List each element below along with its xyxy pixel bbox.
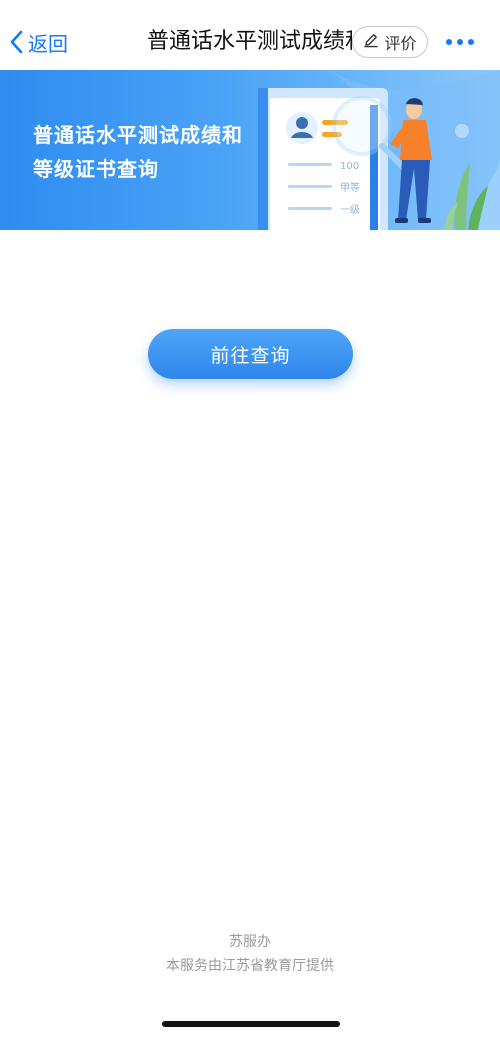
banner: 100 甲等 一级 普通话水平测试成绩和等级证书查询 — [0, 70, 500, 230]
banner-title: 普通话水平测试成绩和等级证书查询 — [33, 123, 243, 181]
more-dot — [468, 39, 474, 45]
card-grade: 甲等 — [340, 181, 360, 194]
home-indicator[interactable] — [162, 1021, 340, 1027]
footer: 苏服办 本服务由江苏省教育厅提供 — [0, 930, 500, 978]
page-title-container: 普通话水平测试成绩和等级证书查询 — [147, 24, 352, 60]
more-dot — [457, 39, 463, 45]
card-score: 100 — [340, 161, 359, 172]
card-level: 一级 — [340, 204, 360, 216]
back-label: 返回 — [28, 31, 68, 56]
back-button[interactable]: 返回 — [10, 26, 68, 58]
rate-button[interactable]: 评价 — [352, 26, 428, 58]
more-options-button[interactable] — [440, 28, 480, 56]
rate-label: 评价 — [384, 34, 417, 53]
page-title: 普通话水平测试成绩和等级证书查询 — [147, 29, 352, 54]
go-to-query-button[interactable]: 前往查询 — [148, 329, 353, 379]
pencil-icon — [363, 32, 379, 52]
more-dot — [446, 39, 452, 45]
footer-provider: 本服务由江苏省教育厅提供 — [166, 958, 334, 974]
footer-brand: 苏服办 — [229, 934, 271, 950]
chevron-left-icon — [10, 30, 24, 54]
navigation-bar: 返回 普通话水平测试成绩和等级证书查询 评价 — [0, 0, 500, 70]
